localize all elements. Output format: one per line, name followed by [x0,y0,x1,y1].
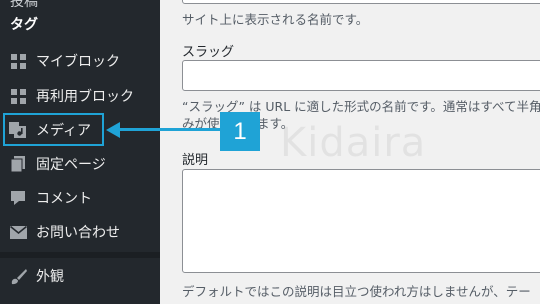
slug-field[interactable] [182,60,540,91]
annotation-arrow-head [106,122,120,138]
sidebar-item-contact[interactable]: お問い合わせ [0,215,160,249]
description-textarea[interactable] [182,169,540,273]
sidebar-item-label: 固定ページ [36,157,106,173]
mail-icon [9,223,27,241]
sidebar-separator [0,252,160,258]
sidebar-item-comments[interactable]: コメント [0,181,160,215]
screenshot: 投稿 タグ マイブロック 再利用ブロック メディア 固定ページ コメント お問い… [0,0,540,304]
sidebar-item-posts-cut[interactable]: 投稿 [10,0,38,11]
step-number-badge: 1 [220,112,260,151]
sidebar-item-pages[interactable]: 固定ページ [0,147,160,181]
media-highlight-box [3,113,104,146]
sidebar-item-reusable-blocks[interactable]: 再利用ブロック [0,79,160,113]
slug-label: スラッグ [182,45,235,60]
sidebar-item-label: コメント [36,191,92,207]
comment-icon [9,189,27,207]
sidebar-item-appearance[interactable]: 外観 [0,259,160,293]
sidebar-item-label: お問い合わせ [36,225,120,241]
sidebar-item-label: マイブロック [36,54,120,70]
admin-sidebar: 投稿 タグ マイブロック 再利用ブロック メディア 固定ページ コメント お問い… [0,0,160,304]
sidebar-item-label: 外観 [36,269,64,285]
tag-edit-form: サイト上に表示される名前です。 スラッグ “スラッグ” は URL に適した形式… [160,0,540,304]
grid-icon [9,52,27,70]
annotation-arrow-line [118,128,220,131]
description-label: 説明 [182,153,209,168]
description-help-text: デフォルトではこの説明は目立つ使われ方はしませんが、テー [182,284,531,299]
sidebar-item-label: 再利用ブロック [36,89,134,105]
grid-icon [9,87,27,105]
pages-icon [9,155,27,173]
sidebar-subitem-tags[interactable]: タグ [10,14,38,34]
name-field[interactable] [182,0,540,4]
brush-icon [9,267,27,285]
name-help-text: サイト上に表示される名前です。 [182,12,369,27]
sidebar-item-my-blocks[interactable]: マイブロック [0,44,160,78]
